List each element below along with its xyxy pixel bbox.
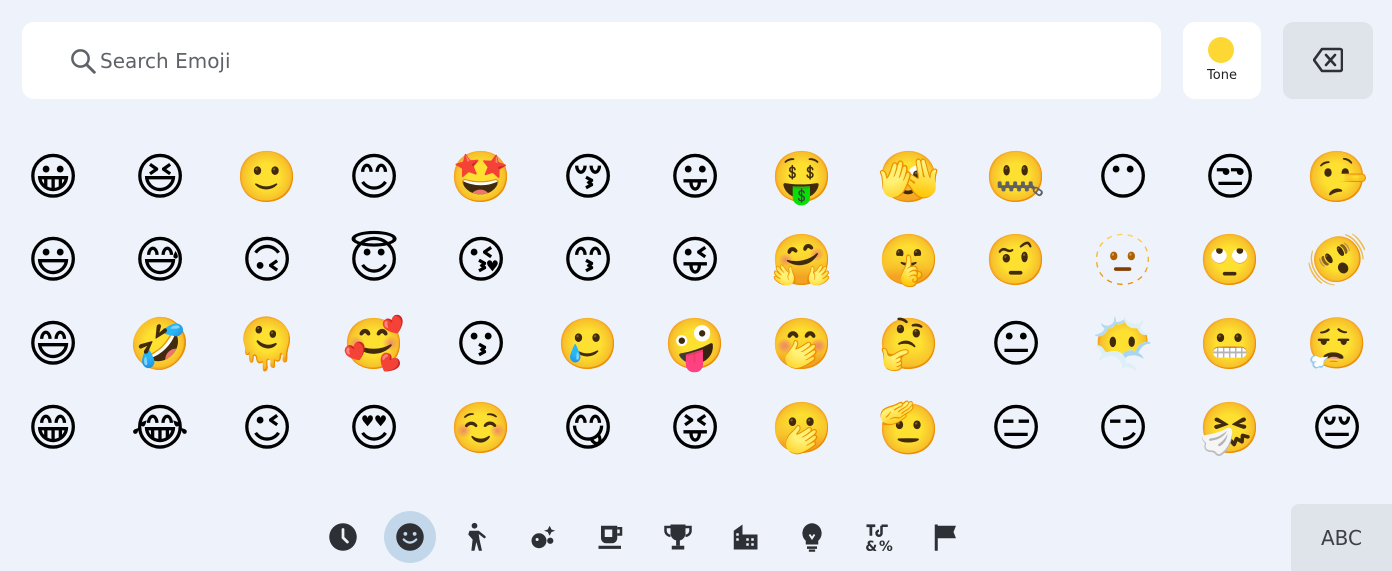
- emoji-cell[interactable]: 🤑: [762, 137, 842, 217]
- emoji-cell[interactable]: 😶: [1083, 137, 1163, 217]
- emoji-cell[interactable]: 🤥: [1297, 137, 1377, 217]
- category-food-drink[interactable]: [585, 511, 637, 563]
- emoji-cell[interactable]: 😂: [120, 388, 200, 468]
- symbols-icon: & %: [865, 524, 893, 552]
- emoji-cell[interactable]: 😇: [334, 220, 414, 300]
- tone-button[interactable]: Tone: [1183, 22, 1261, 99]
- flag-icon: [934, 524, 956, 551]
- person-icon: [468, 522, 486, 551]
- emoji-cell[interactable]: 🤧: [1190, 388, 1270, 468]
- category-bar: & %: [0, 505, 1392, 571]
- cup-icon: [598, 525, 623, 549]
- emoji-cell[interactable]: 😶‍🌫️: [1083, 304, 1163, 384]
- emoji-cell[interactable]: 😛: [655, 137, 735, 217]
- emoji-cell[interactable]: 🫠: [227, 304, 307, 384]
- emoji-cell[interactable]: 🤪: [655, 304, 735, 384]
- category-animals-nature[interactable]: [518, 511, 570, 563]
- emoji-cell[interactable]: 🤩: [441, 137, 521, 217]
- search-input[interactable]: Search Emoji: [100, 49, 231, 73]
- emoji-cell[interactable]: 🤣: [120, 304, 200, 384]
- emoji-cell[interactable]: 🤭: [762, 304, 842, 384]
- emoji-cell[interactable]: 😃: [13, 220, 93, 300]
- emoji-cell[interactable]: 🤐: [976, 137, 1056, 217]
- category-flags[interactable]: [920, 511, 972, 563]
- emoji-cell[interactable]: 😝: [655, 388, 735, 468]
- category-recent[interactable]: [317, 511, 369, 563]
- svg-text:%: %: [879, 539, 893, 552]
- emoji-cell[interactable]: 😀: [13, 137, 93, 217]
- emoji-cell[interactable]: 🤫: [869, 220, 949, 300]
- emoji-cell[interactable]: 🙂: [227, 137, 307, 217]
- emoji-cell[interactable]: 🫥: [1083, 220, 1163, 300]
- emoji-cell[interactable]: 😙: [548, 220, 628, 300]
- category-objects[interactable]: [786, 511, 838, 563]
- category-travel-places[interactable]: [719, 511, 771, 563]
- svg-text:&: &: [865, 539, 877, 552]
- smiley-icon: [396, 523, 424, 551]
- emoji-cell[interactable]: 😮‍💨: [1297, 304, 1377, 384]
- emoji-cell[interactable]: 😁: [13, 388, 93, 468]
- backspace-button[interactable]: [1283, 22, 1373, 99]
- emoji-cell[interactable]: 🫡: [869, 388, 949, 468]
- emoji-cell[interactable]: 😊: [334, 137, 414, 217]
- category-people[interactable]: [451, 511, 503, 563]
- emoji-cell[interactable]: 😄: [13, 304, 93, 384]
- category-smileys[interactable]: [384, 511, 436, 563]
- emoji-cell[interactable]: 🤔: [869, 304, 949, 384]
- abc-keyboard-button[interactable]: ABC: [1291, 504, 1392, 571]
- building-icon: [733, 524, 758, 550]
- search-icon: [71, 49, 96, 74]
- emoji-cell[interactable]: 😍: [334, 388, 414, 468]
- emoji-cell[interactable]: 🫢: [762, 388, 842, 468]
- emoji-cell[interactable]: 🫣: [869, 137, 949, 217]
- emoji-cell[interactable]: 🙄: [1190, 220, 1270, 300]
- emoji-cell[interactable]: 😏: [1083, 388, 1163, 468]
- emoji-cell[interactable]: ☺️: [441, 388, 521, 468]
- emoji-cell[interactable]: 😆: [120, 137, 200, 217]
- abc-label: ABC: [1320, 525, 1362, 550]
- tone-label: Tone: [1207, 68, 1237, 83]
- backspace-icon: [1313, 47, 1343, 73]
- emoji-cell[interactable]: 🙃: [227, 220, 307, 300]
- emoji-cell[interactable]: 🫨: [1297, 220, 1377, 300]
- emoji-cell[interactable]: 🥰: [334, 304, 414, 384]
- tone-swatch: [1208, 37, 1234, 63]
- emoji-cell[interactable]: 🥲: [548, 304, 628, 384]
- category-activities[interactable]: [652, 511, 704, 563]
- emoji-cell[interactable]: 😑: [976, 388, 1056, 468]
- emoji-cell[interactable]: 😋: [548, 388, 628, 468]
- category-symbols[interactable]: & %: [853, 511, 905, 563]
- search-box[interactable]: Search Emoji: [22, 22, 1161, 99]
- emoji-cell[interactable]: 😚: [548, 137, 628, 217]
- emoji-cell[interactable]: 😔: [1297, 388, 1377, 468]
- emoji-cell[interactable]: 🤗: [762, 220, 842, 300]
- emoji-cell[interactable]: 😒: [1190, 137, 1270, 217]
- emoji-grid: 😀 😆 🙂 😊 🤩 😚 😛 🤑 🫣 🤐 😶 😒 🤥 😃 😅 🙃 😇 😘 😙 😜 🤗 🤫 🤨 🫥 🙄 🫨 😄 🤣 🫠 🥰 😗 🥲 🤪 🤭 🤔 😐 😶‍🌫️…: [0, 132, 1392, 472]
- emoji-cell[interactable]: 😗: [441, 304, 521, 384]
- emoji-cell[interactable]: 😅: [120, 220, 200, 300]
- clock-icon: [329, 523, 357, 551]
- emoji-cell[interactable]: 🤨: [976, 220, 1056, 300]
- emoji-cell[interactable]: 😐: [976, 304, 1056, 384]
- animal-icon: [531, 525, 556, 549]
- lightbulb-icon: [802, 523, 822, 552]
- trophy-icon: [664, 524, 692, 550]
- emoji-cell[interactable]: 😘: [441, 220, 521, 300]
- emoji-cell[interactable]: 😜: [655, 220, 735, 300]
- emoji-cell[interactable]: 😬: [1190, 304, 1270, 384]
- emoji-cell[interactable]: 😉: [227, 388, 307, 468]
